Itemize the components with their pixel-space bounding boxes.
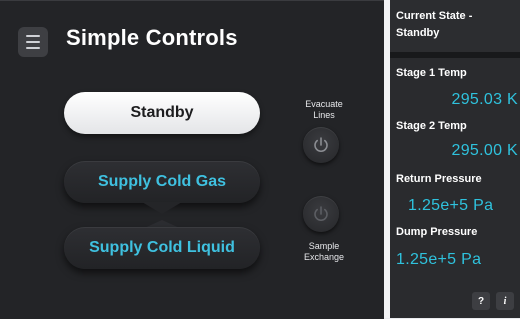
evacuate-lines-button[interactable] <box>303 127 339 163</box>
supply-cold-gas-button-pointer <box>142 202 182 214</box>
hamburger-menu-icon-line <box>26 47 40 49</box>
dump-pressure-value: 1.25e+5 Pa <box>396 251 482 268</box>
status-panel: Current State - Standby Stage 1 Temp 295… <box>390 0 520 318</box>
hamburger-menu-icon <box>26 35 40 37</box>
dump-pressure-label: Dump Pressure <box>396 226 478 238</box>
stage2-temp-value: 295.00 K <box>451 142 518 159</box>
current-state-value: Standby <box>396 27 440 39</box>
info-button[interactable]: i <box>496 292 514 310</box>
readings-panel: Stage 1 Temp 295.03 K Stage 2 Temp 295.0… <box>390 58 520 318</box>
help-button[interactable]: ? <box>472 292 490 310</box>
stage1-temp-label: Stage 1 Temp <box>396 67 467 79</box>
sample-exchange-button[interactable] <box>303 196 339 232</box>
stage2-temp-label: Stage 2 Temp <box>396 120 467 132</box>
help-buttons: ? i <box>472 292 514 310</box>
current-state-box: Current State - Standby <box>390 0 520 52</box>
stage1-temp-value: 295.03 K <box>451 91 518 108</box>
page-title: Simple Controls <box>66 25 238 50</box>
sample-exchange-label: Sample Exchange <box>296 241 352 263</box>
header: Simple Controls <box>0 1 384 79</box>
standby-button[interactable]: Standby <box>64 92 260 134</box>
evacuate-label-line2: Lines <box>313 110 335 120</box>
sample-label-line1: Sample <box>308 241 340 251</box>
return-pressure-value: 1.25e+5 Pa <box>408 197 494 214</box>
power-icon <box>314 206 328 221</box>
supply-cold-gas-button[interactable]: Supply Cold Gas <box>64 161 260 203</box>
return-pressure-label: Return Pressure <box>396 173 482 185</box>
evacuate-label-line1: Evacuate <box>305 99 343 109</box>
supply-cold-liquid-button[interactable]: Supply Cold Liquid <box>64 227 260 269</box>
hamburger-menu-icon-line <box>26 41 40 43</box>
controls-panel: Simple Controls Standby Supply Cold Gas … <box>0 0 384 319</box>
evacuate-lines-label: Evacuate Lines <box>296 99 352 121</box>
sample-label-line2: Exchange <box>303 252 345 262</box>
power-icon <box>314 137 328 152</box>
menu-button[interactable] <box>18 27 48 57</box>
current-state-label: Current State - <box>396 10 473 22</box>
